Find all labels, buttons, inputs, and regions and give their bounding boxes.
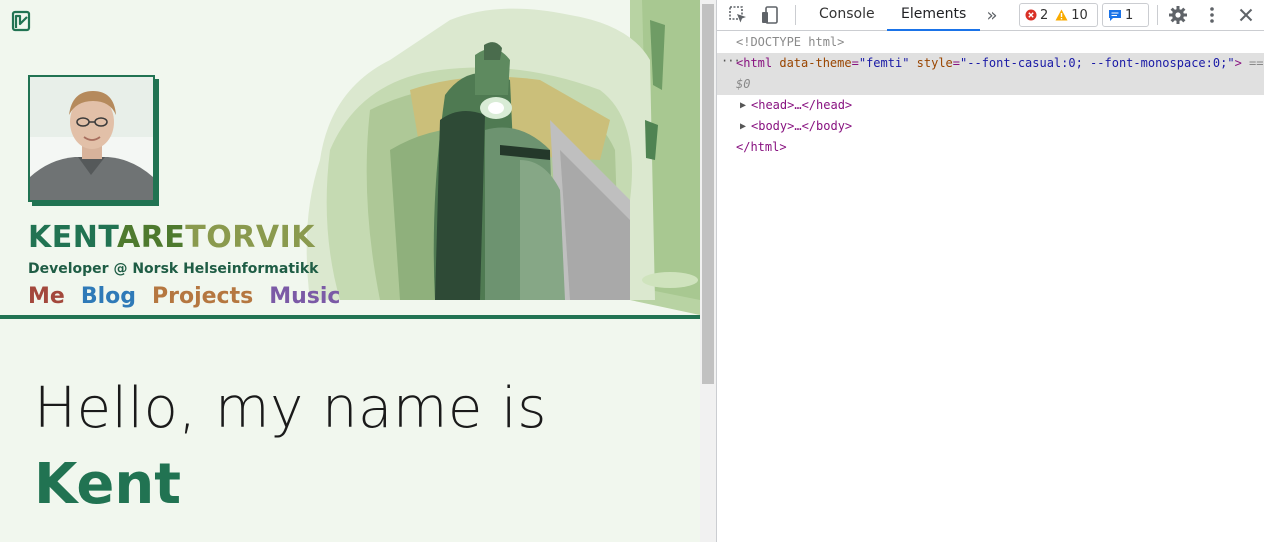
- dom-node-html-selected[interactable]: ··· <html data-theme="femti" style="--fon…: [717, 53, 1264, 95]
- site-title[interactable]: KENTARETORVIK: [28, 218, 315, 258]
- page-scrollbar[interactable]: [700, 0, 716, 542]
- nav-link-blog[interactable]: Blog: [81, 284, 136, 309]
- devtools-toolbar: Console Elements » 2 10 1: [717, 0, 1264, 31]
- avatar-frame: [28, 75, 159, 206]
- site-logo-icon[interactable]: [11, 10, 33, 32]
- settings-gear-icon[interactable]: [1167, 4, 1189, 26]
- close-devtools-icon[interactable]: [1235, 4, 1257, 26]
- header-divider: [0, 315, 700, 319]
- warning-icon: [1055, 9, 1068, 21]
- tab-console[interactable]: Console: [805, 0, 889, 31]
- header-artwork: [270, 0, 700, 315]
- html-tag-close-bracket: >: [1234, 56, 1242, 70]
- message-count: 1: [1125, 7, 1134, 23]
- inspect-element-icon[interactable]: [727, 4, 749, 26]
- html-attr-data-theme-name: data-theme: [779, 56, 852, 70]
- html-attr-style-value: "--font-casual:0; --font-monospace:0;": [960, 56, 1235, 70]
- warning-count: 10: [1071, 7, 1088, 23]
- more-tabs-icon[interactable]: »: [981, 4, 1003, 26]
- error-count: 2: [1040, 7, 1049, 23]
- dom-node-html-close[interactable]: </html>: [717, 137, 1264, 158]
- site-header: KENTARETORVIK Developer @ Norsk Helseinf…: [0, 0, 700, 320]
- messages-badge[interactable]: 1: [1102, 3, 1149, 27]
- site-title-first: KENT: [28, 220, 117, 255]
- expand-head-icon[interactable]: ▶: [740, 95, 746, 116]
- avatar: [28, 75, 155, 202]
- doctype-text: <!DOCTYPE html>: [736, 35, 845, 49]
- dom-node-doctype[interactable]: <!DOCTYPE html>: [717, 32, 1264, 53]
- html-attr-data-theme-value: "femti": [858, 56, 910, 70]
- greeting-heading: Hello, my name is: [34, 376, 547, 441]
- devtools-panel: Console Elements » 2 10 1 <!DOCTYPE html…: [716, 0, 1264, 542]
- avatar-portrait-icon: [30, 77, 153, 200]
- message-icon: [1109, 9, 1121, 21]
- elements-dom-tree: <!DOCTYPE html> ··· <html data-theme="fem…: [717, 32, 1264, 158]
- site-subtitle: Developer @ Norsk Helseinformatikk: [28, 261, 319, 277]
- toolbar-separator: [1157, 5, 1158, 25]
- tab-elements[interactable]: Elements: [887, 0, 981, 31]
- expand-body-icon[interactable]: ▶: [740, 116, 746, 137]
- html-attr-style-name: style: [916, 56, 953, 70]
- dom-node-head[interactable]: ▶ <head>…</head>: [717, 95, 1264, 116]
- greeting-name: Kent: [34, 452, 182, 517]
- issues-badge[interactable]: 2 10: [1019, 3, 1098, 27]
- page-viewport: KENTARETORVIK Developer @ Norsk Helseinf…: [0, 0, 700, 542]
- body-tag: <body>…</body>: [751, 119, 853, 133]
- dom-node-body[interactable]: ▶ <body>…</body>: [717, 116, 1264, 137]
- device-toolbar-icon[interactable]: [759, 4, 781, 26]
- head-tag: <head>…</head>: [751, 98, 853, 112]
- site-title-last: TORVIK: [185, 220, 315, 255]
- error-icon: [1025, 9, 1037, 21]
- html-tag-open: <html: [736, 56, 773, 70]
- html-close-tag: </html>: [736, 140, 787, 154]
- scrollbar-thumb[interactable]: [702, 4, 714, 384]
- main-nav: Me Blog Projects Music: [28, 284, 340, 309]
- nav-link-projects[interactable]: Projects: [152, 284, 253, 309]
- nav-link-music[interactable]: Music: [269, 284, 340, 309]
- nav-link-me[interactable]: Me: [28, 284, 65, 309]
- more-options-icon[interactable]: [1201, 4, 1223, 26]
- toolbar-separator: [795, 5, 796, 25]
- node-actions-icon[interactable]: ···: [721, 51, 741, 72]
- site-title-middle: ARE: [116, 220, 186, 255]
